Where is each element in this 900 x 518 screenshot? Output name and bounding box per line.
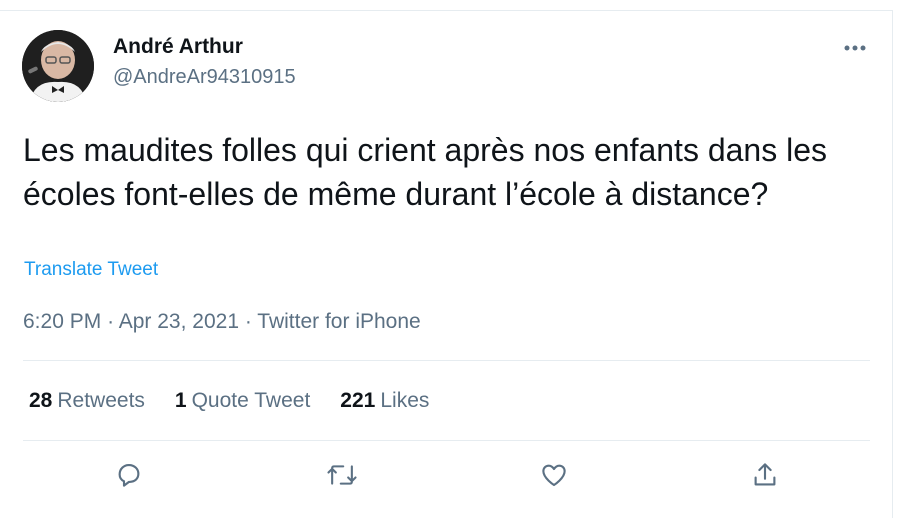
translate-tweet-link[interactable]: Translate Tweet — [24, 259, 158, 281]
heart-icon — [542, 464, 566, 487]
tweet-source[interactable]: Twitter for iPhone — [257, 310, 420, 333]
meta-separator: · — [107, 310, 119, 333]
author-handle[interactable]: @AndreAr94310915 — [113, 66, 296, 89]
divider-right — [892, 10, 893, 518]
meta-separator: · — [244, 310, 258, 333]
more-options-button[interactable] — [838, 34, 872, 62]
share-button[interactable] — [746, 456, 784, 494]
like-button[interactable] — [535, 456, 573, 494]
avatar[interactable] — [22, 30, 94, 102]
divider — [23, 360, 870, 361]
tweet-stats: 28 Retweets 1 Quote Tweet 221 Likes — [29, 389, 459, 413]
retweet-icon — [327, 465, 357, 485]
retweets-stat[interactable]: 28 Retweets — [29, 389, 145, 413]
tweet-date[interactable]: Apr 23, 2021 — [119, 310, 239, 333]
quotes-label: Quote Tweet — [191, 389, 311, 412]
divider — [23, 440, 870, 441]
quote-tweets-stat[interactable]: 1 Quote Tweet — [175, 389, 310, 413]
divider-top — [0, 10, 892, 11]
avatar-photo-icon — [22, 30, 94, 102]
likes-label: Likes — [380, 389, 430, 412]
tweet-time[interactable]: 6:20 PM — [23, 310, 101, 333]
share-icon — [754, 463, 776, 486]
likes-stat[interactable]: 221 Likes — [340, 389, 429, 413]
tweet-meta: 6:20 PM · Apr 23, 2021 · Twitter for iPh… — [23, 310, 421, 334]
reply-button[interactable] — [110, 456, 148, 494]
retweets-label: Retweets — [57, 389, 145, 412]
reply-icon — [118, 463, 140, 487]
author-name[interactable]: André Arthur — [113, 35, 243, 59]
quotes-count: 1 — [174, 389, 187, 412]
tweet-text: Les maudites folles qui crient après nos… — [23, 132, 828, 212]
retweet-button[interactable] — [323, 456, 361, 494]
tweet-card: André Arthur @AndreAr94310915 Les maudit… — [0, 0, 900, 518]
likes-count: 221 — [340, 389, 376, 412]
retweets-count: 28 — [29, 389, 53, 412]
more-icon — [844, 45, 866, 51]
